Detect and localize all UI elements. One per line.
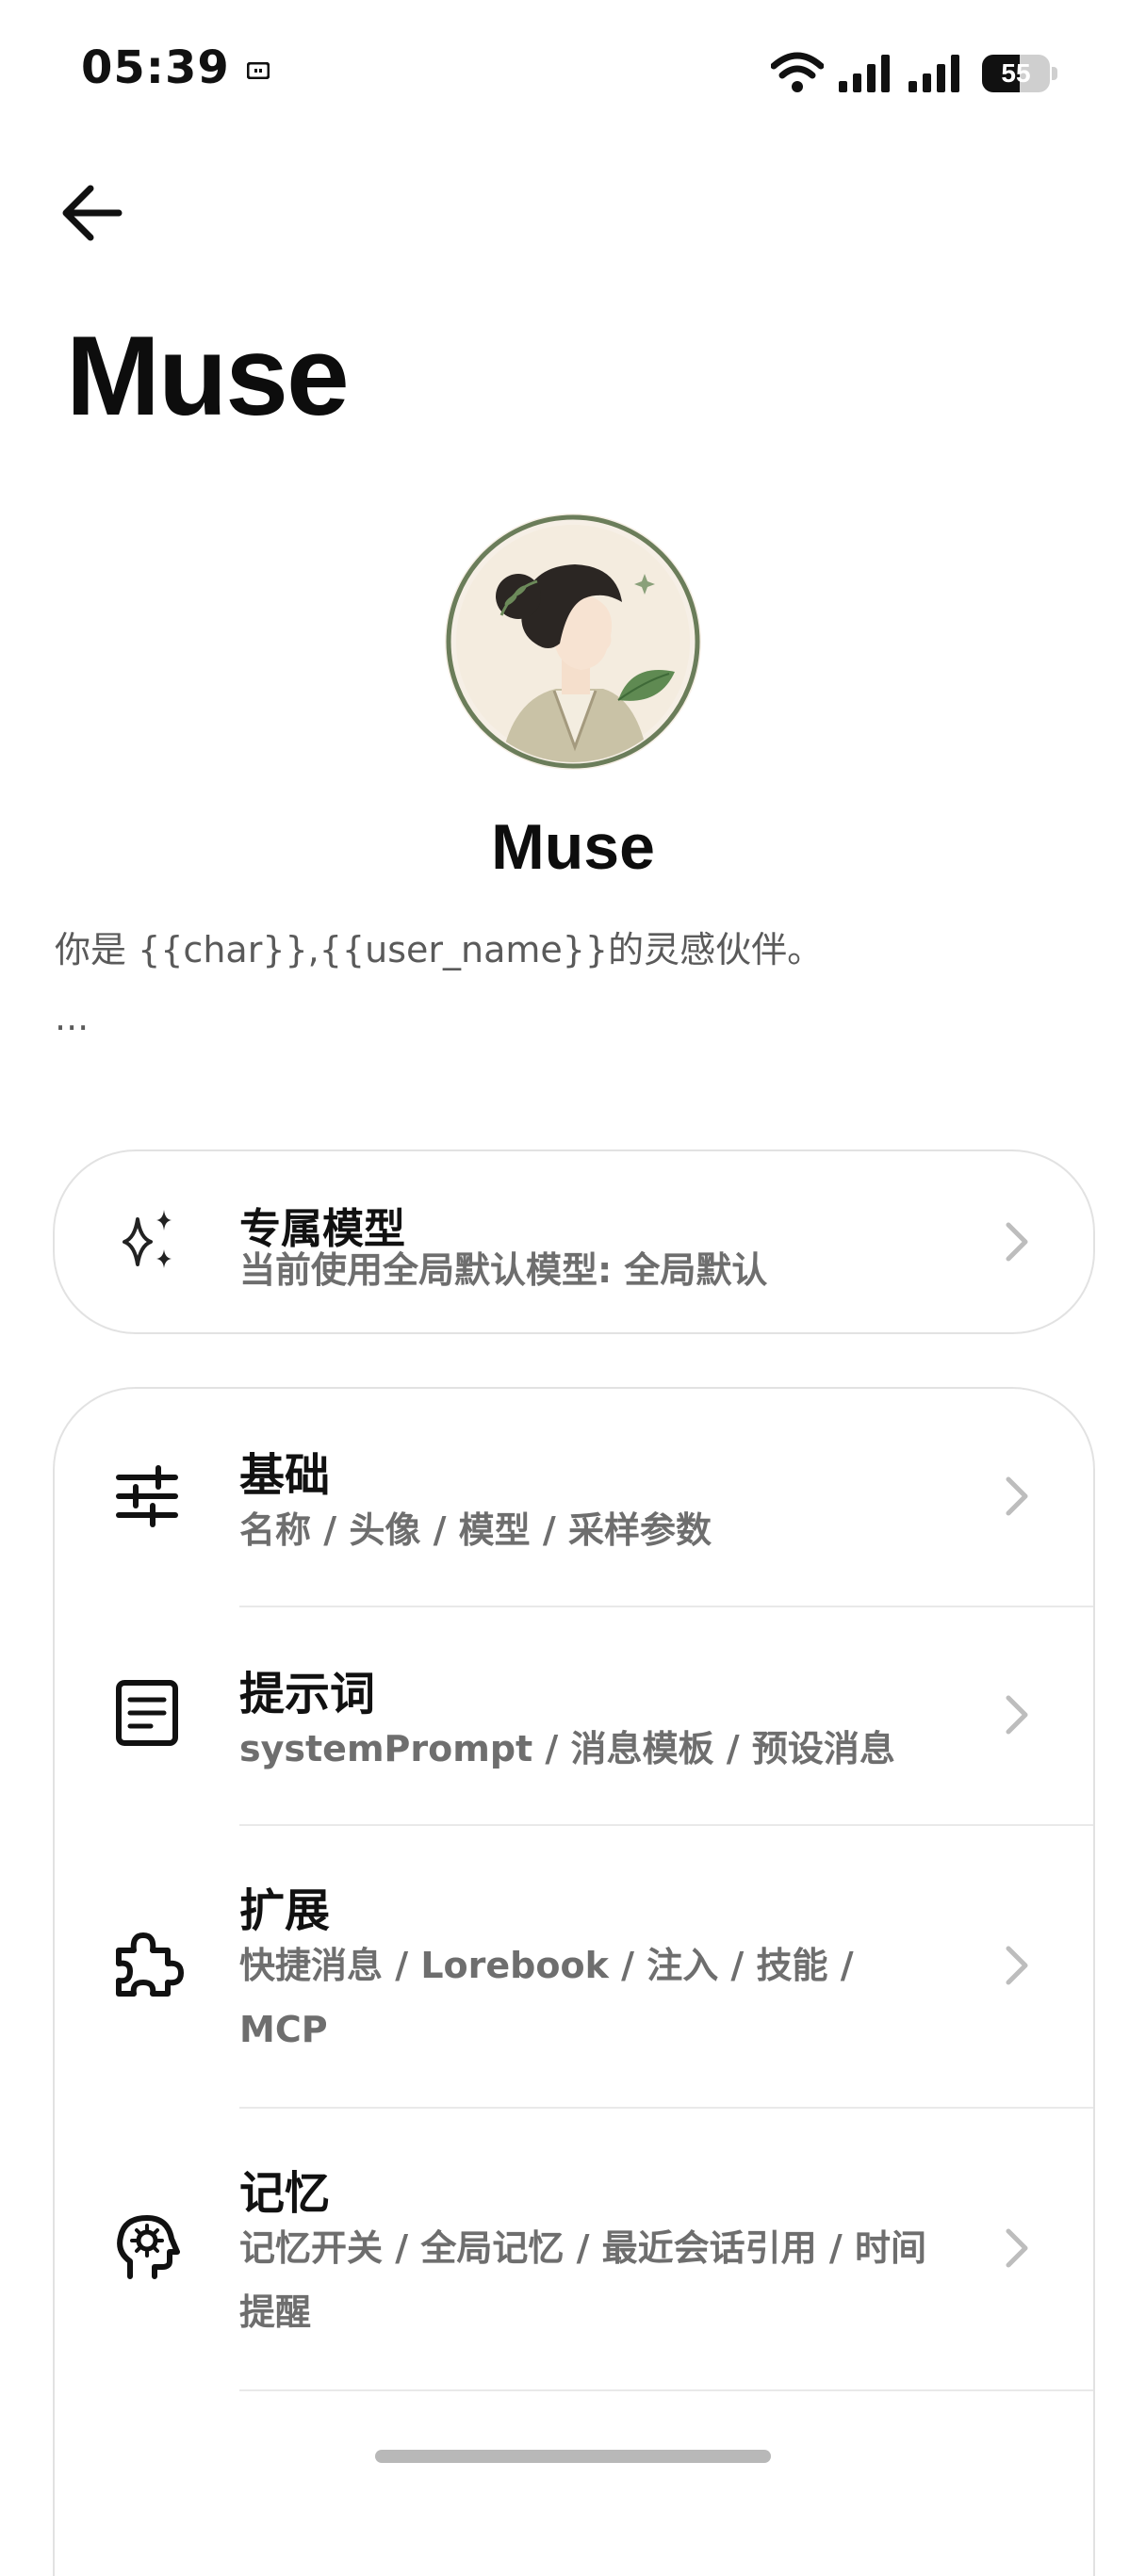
sparkles-icon (123, 1210, 172, 1268)
divider (239, 2389, 1093, 2391)
document-icon (116, 1680, 178, 1746)
battery-level: 55 (1001, 58, 1031, 88)
settings-item-prompt[interactable]: 提示词 systemPrompt / 消息模板 / 预设消息 (55, 1607, 1093, 1824)
settings-item-extension[interactable]: 扩展 快捷消息 / Lorebook / 注入 / 技能 / MCP (55, 1826, 1093, 2107)
cellular-signal-icon-2 (909, 55, 959, 92)
status-bar: 05:39 55 (0, 0, 1146, 141)
dedicated-model-card[interactable]: 专属模型 当前使用全局默认模型: 全局默认 (53, 1149, 1095, 1334)
settings-item-title: 扩展 (239, 1884, 331, 1937)
settings-item-title: 记忆 (239, 2167, 331, 2220)
brain-head-icon (117, 2215, 180, 2279)
wifi-icon (771, 52, 824, 92)
chevron-right-icon (1006, 1946, 1028, 1985)
dedicated-model-subtitle: 当前使用全局默认模型: 全局默认 (239, 1249, 768, 1291)
settings-item-basic[interactable]: 基础 名称 / 头像 / 模型 / 采样参数 (55, 1389, 1093, 1606)
dedicated-model-title: 专属模型 (239, 1205, 405, 1253)
battery-icon: 55 (982, 55, 1057, 92)
sim-card-icon (247, 62, 270, 79)
settings-item-title: 基础 (239, 1449, 331, 1502)
page-title: Muse (66, 313, 350, 439)
settings-item-subtitle: systemPrompt / 消息模板 / 预设消息 (239, 1728, 895, 1769)
avatar[interactable] (443, 512, 703, 772)
profile-description-more: ... (55, 997, 90, 1038)
profile-description: 你是 {{char}},{{user_name}}的灵感伙伴。 (55, 929, 824, 970)
chevron-right-icon (1006, 1476, 1028, 1516)
cellular-signal-icon (839, 55, 890, 92)
chevron-right-icon (1006, 1222, 1028, 1262)
profile-name: Muse (491, 811, 655, 883)
settings-item-subtitle: 记忆开关 / 全局记忆 / 最近会话引用 / 时间提醒 (239, 2227, 927, 2333)
puzzle-icon (116, 1932, 184, 1997)
settings-item-title: 提示词 (239, 1668, 376, 1720)
sliders-icon (116, 1465, 178, 1527)
settings-card: 基础 名称 / 头像 / 模型 / 采样参数 提示词 systemPrompt … (53, 1387, 1095, 2576)
chevron-right-icon (1006, 2228, 1028, 2268)
back-arrow-icon[interactable] (57, 179, 132, 247)
settings-item-memory[interactable]: 记忆 记忆开关 / 全局记忆 / 最近会话引用 / 时间提醒 (55, 2109, 1093, 2389)
chevron-right-icon (1006, 1695, 1028, 1735)
settings-item-subtitle: 快捷消息 / Lorebook / 注入 / 技能 / MCP (239, 1945, 854, 2050)
status-time: 05:39 (81, 41, 230, 94)
settings-item-subtitle: 名称 / 头像 / 模型 / 采样参数 (239, 1509, 712, 1551)
home-indicator[interactable] (375, 2450, 771, 2463)
